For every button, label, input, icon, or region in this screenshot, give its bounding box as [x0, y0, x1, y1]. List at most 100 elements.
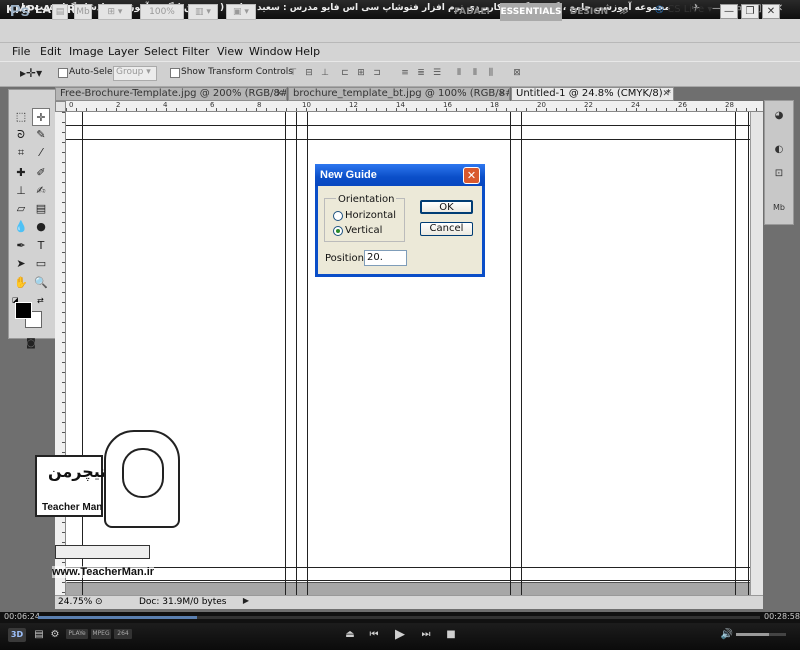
- healing-brush-tool-icon[interactable]: ✚: [12, 164, 30, 182]
- workspace-design[interactable]: DESIGN: [568, 3, 610, 21]
- dialog-close-button[interactable]: ✕: [463, 167, 480, 184]
- tab-brochure-template[interactable]: brochure_template_bt.jpg @ 100% (RGB/8#)…: [288, 87, 510, 101]
- menu-view[interactable]: View: [217, 45, 243, 58]
- eraser-tool-icon[interactable]: ▱: [12, 200, 30, 218]
- foreground-color-swatch[interactable]: [15, 302, 32, 319]
- eject-icon[interactable]: ⏏: [343, 629, 357, 640]
- align-hcenter-icon[interactable]: ⊞: [354, 67, 368, 80]
- mini-bridge-panel-icon[interactable]: Mb: [770, 200, 788, 216]
- menu-help[interactable]: Help: [295, 45, 320, 58]
- arrange-documents-dropdown[interactable]: ▥ ▾: [188, 4, 218, 20]
- ps-restore-button[interactable]: ❐: [741, 4, 759, 19]
- blur-tool-icon[interactable]: 💧: [12, 218, 30, 236]
- guide-vertical[interactable]: [735, 112, 736, 595]
- menu-edit[interactable]: Edit: [40, 45, 61, 58]
- align-right-icon[interactable]: ⊐: [370, 67, 384, 80]
- gradient-tool-icon[interactable]: ▤: [32, 200, 50, 218]
- dodge-tool-icon[interactable]: ●: [32, 218, 50, 236]
- distribute-hcenter-icon[interactable]: ⦀: [468, 67, 482, 80]
- menu-image[interactable]: Image: [69, 45, 103, 58]
- swap-colors-icon[interactable]: ⇄: [37, 296, 44, 305]
- guide-vertical[interactable]: [296, 112, 297, 595]
- stop-icon[interactable]: ■: [444, 629, 458, 640]
- crop-tool-icon[interactable]: ⌗: [12, 144, 30, 162]
- move-tool-preset-icon[interactable]: ▸✛▾: [20, 66, 42, 80]
- more-workspaces-button[interactable]: ≫: [614, 3, 634, 21]
- horizontal-radio[interactable]: [333, 211, 343, 221]
- hand-tool-icon[interactable]: ✋: [12, 274, 30, 292]
- vertical-scrollbar[interactable]: [750, 112, 763, 595]
- vertical-radio[interactable]: [333, 226, 343, 236]
- screen-mode-dropdown[interactable]: ▣ ▾: [226, 4, 256, 20]
- tab-untitled-1[interactable]: Untitled-1 @ 24.8% (CMYK/8) * ✕: [511, 87, 674, 101]
- marquee-tool-icon[interactable]: ⬚: [12, 108, 30, 126]
- ps-minimize-button[interactable]: —: [720, 4, 738, 19]
- type-tool-icon[interactable]: T: [32, 237, 50, 255]
- mini-bridge-icon[interactable]: Mb: [74, 4, 92, 20]
- distribute-top-icon[interactable]: ≡: [398, 67, 412, 80]
- guide-vertical[interactable]: [748, 112, 749, 595]
- align-left-icon[interactable]: ⊏: [338, 67, 352, 80]
- position-input[interactable]: 20.: [364, 250, 407, 266]
- pen-tool-icon[interactable]: ✒: [12, 237, 30, 255]
- ok-button[interactable]: OK: [420, 200, 473, 214]
- next-icon[interactable]: ⏭: [419, 629, 433, 640]
- rectangle-tool-icon[interactable]: ▭: [32, 255, 50, 273]
- eyedropper-tool-icon[interactable]: ⁄: [32, 144, 50, 162]
- auto-align-layers-icon[interactable]: ⊠: [510, 67, 524, 80]
- cancel-button[interactable]: Cancel: [420, 222, 473, 236]
- history-brush-tool-icon[interactable]: ✍: [32, 182, 50, 200]
- adjustments-panel-icon[interactable]: ◐: [770, 142, 788, 158]
- status-icon[interactable]: ⊙: [95, 597, 103, 607]
- guide-horizontal[interactable]: [66, 580, 750, 581]
- extras-dropdown[interactable]: ⊞ ▾: [98, 4, 132, 20]
- status-menu-arrow-icon[interactable]: ▶: [241, 596, 251, 608]
- auto-select-target-dropdown[interactable]: Group ▾: [113, 66, 157, 81]
- horizontal-ruler[interactable]: [66, 101, 763, 112]
- distribute-left-icon[interactable]: ⫴: [452, 67, 466, 80]
- zoom-level-dropdown[interactable]: 100%: [140, 4, 184, 20]
- quick-mask-icon[interactable]: ◙: [22, 335, 40, 353]
- color-panel-icon[interactable]: ◕: [770, 108, 788, 124]
- path-selection-tool-icon[interactable]: ➤: [12, 255, 30, 273]
- vertical-ruler[interactable]: [55, 112, 66, 595]
- cs-live-button[interactable]: ◎ CS Live ▾: [655, 4, 712, 15]
- bridge-icon[interactable]: ▤: [52, 4, 68, 20]
- align-bottom-icon[interactable]: ⊥: [318, 67, 332, 80]
- distribute-bottom-icon[interactable]: ☰: [430, 67, 444, 80]
- workspace-essentials[interactable]: ESSENTIALS: [500, 3, 562, 21]
- menu-select[interactable]: Select: [144, 45, 178, 58]
- menu-layer[interactable]: Layer: [108, 45, 139, 58]
- quick-selection-tool-icon[interactable]: ✎: [32, 126, 50, 144]
- align-vcenter-icon[interactable]: ⊟: [302, 67, 316, 80]
- guide-horizontal[interactable]: [66, 567, 750, 568]
- tab-free-brochure[interactable]: Free-Brochure-Template.jpg @ 200% (RGB/8…: [55, 87, 287, 101]
- guide-horizontal[interactable]: [66, 125, 750, 126]
- 3d-button[interactable]: 3D: [8, 628, 26, 642]
- workspace-fadaei[interactable]: FADAEI: [452, 3, 492, 21]
- masks-panel-icon[interactable]: ⊡: [770, 166, 788, 182]
- tab-close-icon[interactable]: ✕: [498, 88, 506, 100]
- tab-close-icon[interactable]: ✕: [275, 88, 283, 100]
- auto-select-checkbox[interactable]: [58, 68, 68, 78]
- distribute-vcenter-icon[interactable]: ≣: [414, 67, 428, 80]
- clone-stamp-tool-icon[interactable]: ⊥: [12, 182, 30, 200]
- lasso-tool-icon[interactable]: ᘐ: [12, 126, 30, 144]
- menu-file[interactable]: File: [12, 45, 30, 58]
- guide-horizontal[interactable]: [66, 139, 750, 140]
- guide-vertical[interactable]: [510, 112, 511, 595]
- play-icon[interactable]: ▶: [393, 627, 407, 642]
- ruler-origin[interactable]: [55, 101, 66, 112]
- guide-vertical[interactable]: [521, 112, 522, 595]
- zoom-tool-icon[interactable]: 🔍: [32, 274, 50, 292]
- menu-window[interactable]: Window: [249, 45, 292, 58]
- tab-close-icon[interactable]: ✕: [662, 88, 670, 100]
- align-top-icon[interactable]: ⊤: [286, 67, 300, 80]
- show-transform-checkbox[interactable]: [170, 68, 180, 78]
- zoom-field[interactable]: 24.75%: [58, 597, 92, 607]
- previous-icon[interactable]: ⏮: [367, 629, 381, 640]
- playlist-icon[interactable]: ▤: [32, 629, 46, 640]
- guide-vertical[interactable]: [285, 112, 286, 595]
- settings-icon[interactable]: ⚙: [48, 629, 62, 640]
- distribute-right-icon[interactable]: ⫼: [484, 67, 498, 80]
